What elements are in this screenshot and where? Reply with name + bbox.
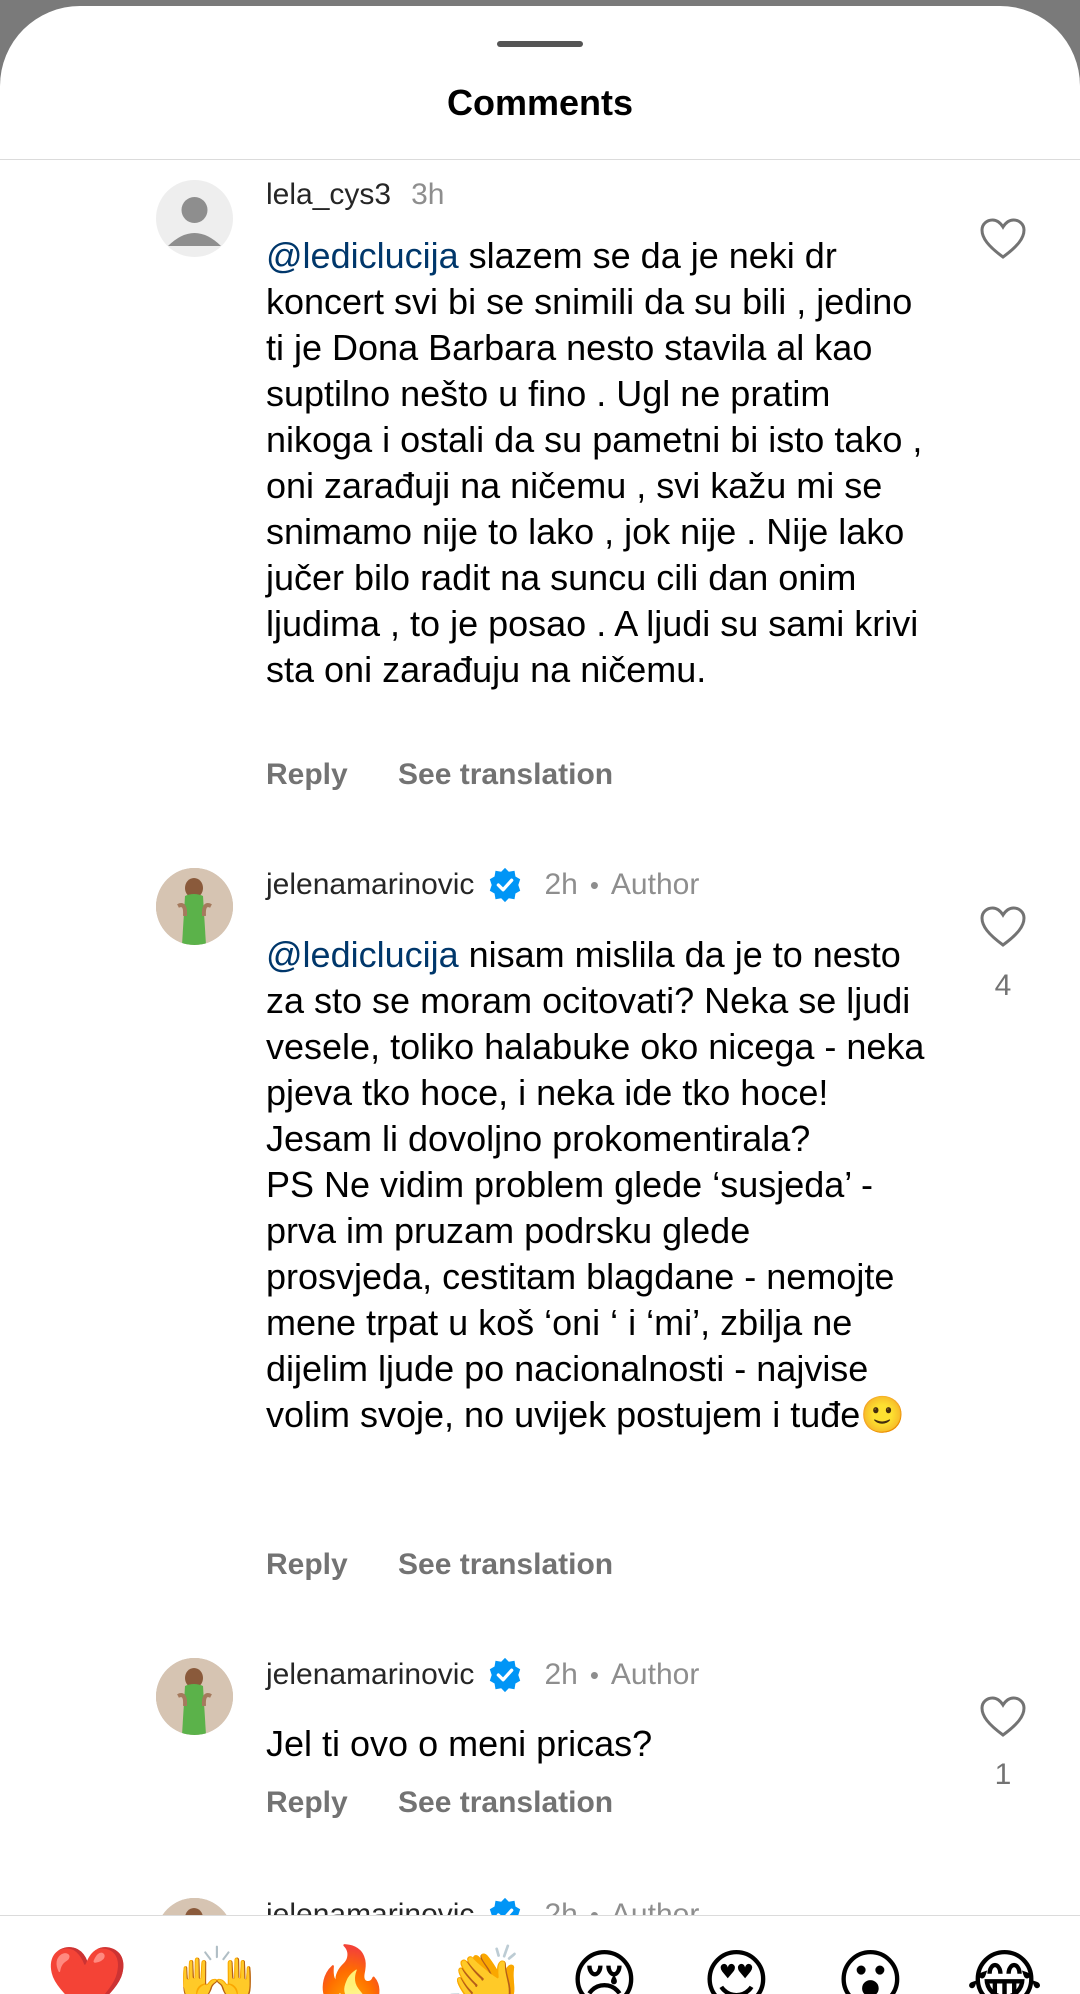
see-translation-button[interactable]: See translation <box>398 758 613 791</box>
verified-badge-icon <box>490 867 521 903</box>
comment-meta: jelenamarinovic 2h • Author <box>266 866 699 904</box>
header-divider <box>0 159 1080 160</box>
mention-link[interactable]: @lediclucija <box>266 934 459 975</box>
separator-dot: • <box>589 1659 599 1690</box>
avatar[interactable] <box>156 868 233 945</box>
verified-badge-icon <box>490 1657 521 1693</box>
author-badge: Author <box>610 868 700 901</box>
emoji-surprised-button[interactable]: 😮 <box>836 1948 905 1994</box>
reply-button[interactable]: Reply <box>266 1548 348 1581</box>
comment-text: @lediclucija slazem se da je neki dr kon… <box>266 235 933 690</box>
like-count[interactable]: 1 <box>980 1758 1026 1792</box>
emoji-crying-button[interactable]: 😢 <box>570 1948 639 1994</box>
comment-actions: Reply See translation <box>266 758 655 792</box>
comment-text: Jel ti ovo o meni pricas? <box>266 1723 653 1764</box>
author-badge: Author <box>610 1658 700 1691</box>
mention-link[interactable]: @lediclucija <box>266 235 459 276</box>
reply-button[interactable]: Reply <box>266 758 348 791</box>
heart-icon[interactable] <box>980 218 1026 260</box>
emoji-clap-button[interactable]: 👏 <box>444 1948 526 1994</box>
avatar[interactable] <box>156 1658 233 1735</box>
comment-actions: Reply See translation <box>266 1786 655 1820</box>
drag-handle[interactable] <box>497 41 583 47</box>
comment-actions: Reply See translation <box>266 1548 655 1582</box>
emoji-raised-hands-button[interactable]: 🙌 <box>176 1948 258 1994</box>
username[interactable]: jelenamarinovic <box>266 868 474 902</box>
profile-photo-icon <box>156 1658 233 1735</box>
page-title: Comments <box>446 82 634 123</box>
username[interactable]: jelenamarinovic <box>266 1658 474 1692</box>
like-count[interactable]: 4 <box>980 969 1026 1003</box>
timestamp: 2h <box>544 868 578 901</box>
profile-photo-icon <box>156 868 233 945</box>
username[interactable]: lela_cys3 <box>266 178 391 212</box>
comments-sheet: Comments lela_cys3 3h @lediclucija slaze… <box>0 6 1080 1994</box>
timestamp: 2h <box>544 1658 578 1691</box>
timestamp: 3h <box>411 178 445 211</box>
comment-text: @lediclucija nisam mislila da je to nest… <box>266 934 925 1435</box>
default-avatar-icon <box>168 197 221 246</box>
see-translation-button[interactable]: See translation <box>398 1548 613 1581</box>
heart-icon[interactable] <box>980 906 1026 948</box>
avatar[interactable] <box>156 180 233 257</box>
emoji-heart-eyes-button[interactable]: 😍 <box>702 1948 771 1994</box>
separator-dot: • <box>589 869 599 900</box>
emoji-heart-button[interactable]: ❤️ <box>46 1948 128 1994</box>
comment-meta: lela_cys3 3h <box>266 178 444 212</box>
emoji-reaction-bar: ❤️ 🙌 🔥 👏 😢 😍 😮 😂 <box>0 1915 1080 1994</box>
heart-icon[interactable] <box>980 1696 1026 1738</box>
emoji-laughing-button[interactable]: 😂 <box>966 1948 1043 1994</box>
see-translation-button[interactable]: See translation <box>398 1786 613 1819</box>
emoji-fire-button[interactable]: 🔥 <box>310 1948 392 1994</box>
comment-meta: jelenamarinovic 2h • Author <box>266 1656 699 1694</box>
reply-button[interactable]: Reply <box>266 1786 348 1819</box>
